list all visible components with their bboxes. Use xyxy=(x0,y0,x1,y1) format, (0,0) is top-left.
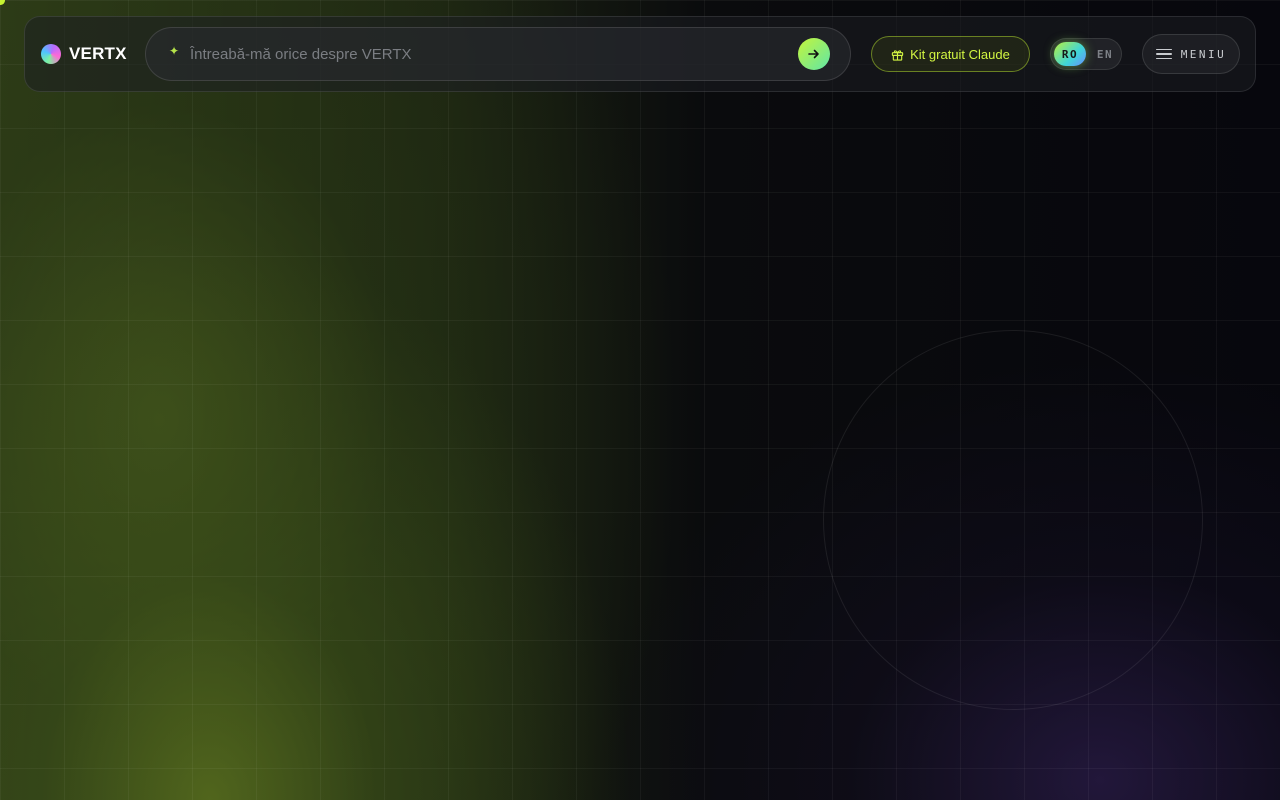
menu-button[interactable]: MENIU xyxy=(1142,34,1240,74)
gift-icon xyxy=(891,49,904,61)
decorative-ring xyxy=(823,330,1203,710)
brand[interactable]: VERTX xyxy=(41,44,127,64)
search-input[interactable] xyxy=(190,42,790,66)
menu-label: MENIU xyxy=(1180,47,1227,61)
top-navbar: VERTX ✦ Kit gratuit Claude RO EN MENIU xyxy=(24,16,1256,92)
free-kit-button[interactable]: Kit gratuit Claude xyxy=(871,36,1030,72)
hamburger-icon xyxy=(1155,48,1172,60)
gradient-orb-logo-icon xyxy=(41,44,61,64)
free-kit-label: Kit gratuit Claude xyxy=(910,46,1010,62)
brand-name: VERTX xyxy=(69,44,127,63)
language-toggle: RO EN xyxy=(1050,38,1122,70)
lang-option-en[interactable]: EN xyxy=(1092,42,1118,66)
send-button[interactable] xyxy=(798,38,830,70)
lang-option-ro[interactable]: RO xyxy=(1054,42,1086,66)
arrow-right-icon xyxy=(808,49,819,59)
sparkle-icon: ✦ xyxy=(169,44,180,58)
ask-search-bar: ✦ xyxy=(145,27,851,81)
